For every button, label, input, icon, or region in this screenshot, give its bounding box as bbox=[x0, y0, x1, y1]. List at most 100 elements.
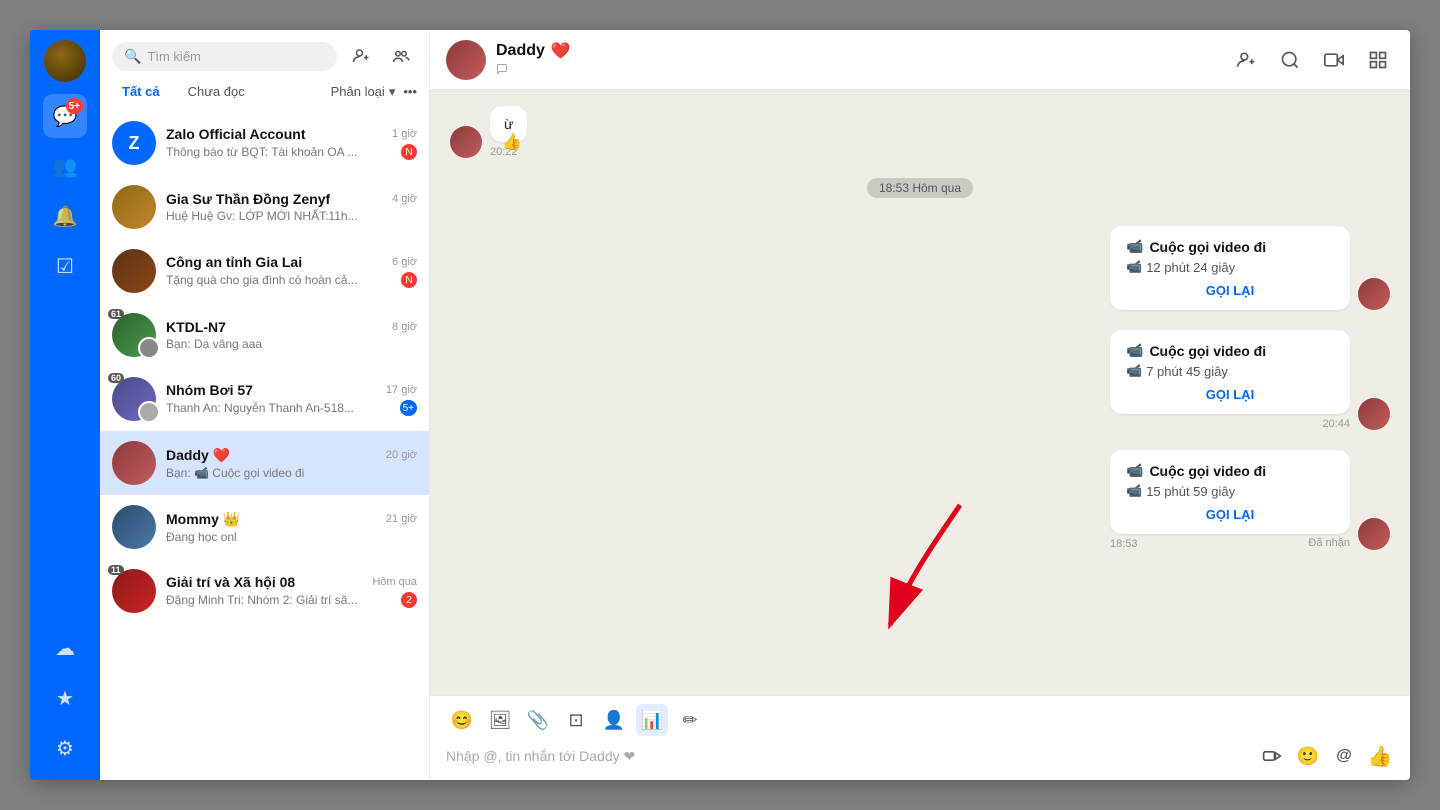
add-friend-icon[interactable] bbox=[345, 40, 377, 72]
conv-info-giaitri: Giải trí và Xã hội 08 Hôm qua Đặng Minh … bbox=[166, 574, 417, 608]
conv-preview: Bạn: 📹 Cuộc gọi video đi bbox=[166, 466, 417, 480]
conv-avatar-sub-nhom bbox=[138, 401, 160, 423]
nav-contacts-icon[interactable]: 👥 bbox=[43, 144, 87, 188]
info-panel-btn[interactable] bbox=[1362, 44, 1394, 76]
conv-name: Zalo Official Account bbox=[166, 126, 306, 142]
chat-messages[interactable]: ừ 👍 20:22 18:53 Hôm qua 📹 Cuộc gọi bbox=[430, 90, 1410, 695]
conv-info-daddy: Daddy ❤️ 20 giờ Bạn: 📹 Cuộc gọi video đi bbox=[166, 447, 417, 480]
conv-item-gia-su[interactable]: Gia Sư Thần Đồng Zenyf 4 giờ Huệ Huệ Gv:… bbox=[100, 175, 429, 239]
chat-header-info: Daddy ❤️ bbox=[496, 41, 571, 78]
search-chat-btn[interactable] bbox=[1274, 44, 1306, 76]
chat-header-left: Daddy ❤️ bbox=[446, 40, 571, 80]
nav-settings-icon[interactable]: ⚙ bbox=[43, 726, 87, 770]
input-actions: 🙂 @ 👍 bbox=[1258, 742, 1394, 770]
search-icon: 🔍 bbox=[124, 48, 141, 65]
nav-notifications-icon[interactable]: 🔔 bbox=[43, 194, 87, 238]
msg-reaction: 👍 bbox=[502, 132, 522, 152]
msg-my-avatar bbox=[1358, 278, 1390, 310]
screenshot-btn[interactable]: ⊡ bbox=[560, 704, 592, 736]
unread-badge: 5+ bbox=[400, 400, 417, 416]
search-input[interactable] bbox=[147, 49, 325, 64]
user-avatar[interactable] bbox=[44, 40, 86, 82]
filter-unread[interactable]: Chưa đọc bbox=[178, 80, 255, 103]
toolbar-btn-active[interactable]: 📊 bbox=[636, 704, 668, 736]
conv-item-cong-an[interactable]: Công an tỉnh Gia Lai 6 giờ Tặng quà cho … bbox=[100, 239, 429, 303]
chart-icon: 📊 bbox=[641, 710, 663, 731]
msg-sender-avatar bbox=[450, 126, 482, 158]
call-duration: 📹 12 phút 24 giây bbox=[1126, 259, 1334, 275]
unread-badge: N bbox=[401, 144, 417, 160]
conv-name: KTDL-N7 bbox=[166, 319, 226, 335]
conv-avatar-nhom: 60 bbox=[112, 377, 156, 421]
filter-all[interactable]: Tất cả bbox=[112, 80, 170, 103]
nav-cloud-icon[interactable]: ☁ bbox=[43, 626, 87, 670]
conv-name: Nhóm Bơi 57 bbox=[166, 382, 253, 398]
conv-avatar-ktdl: 61 bbox=[112, 313, 156, 357]
member-count: 61 bbox=[108, 309, 124, 319]
conv-time: 4 giờ bbox=[392, 193, 417, 205]
filter-classify[interactable]: Phân loại ▾ ••• bbox=[331, 84, 417, 100]
contact-btn[interactable]: 👤 bbox=[598, 704, 630, 736]
conv-preview: Đang học onl bbox=[166, 530, 417, 544]
conv-avatar-gia-su bbox=[112, 185, 156, 229]
conv-avatar-sub-ktdl bbox=[138, 337, 160, 359]
call-bubble: 📹 Cuộc gọi video đi 📹 12 phút 24 giây GỌ… bbox=[1110, 226, 1350, 310]
chat-input[interactable] bbox=[446, 748, 1250, 764]
mention-btn[interactable]: @ bbox=[1330, 742, 1358, 770]
conv-info-gia-su: Gia Sư Thần Đồng Zenyf 4 giờ Huệ Huệ Gv:… bbox=[166, 191, 417, 223]
nav-chat-icon[interactable]: 💬 5+ bbox=[43, 94, 87, 138]
conv-info-nhom: Nhóm Bơi 57 17 giờ Thanh An: Nguyễn Than… bbox=[166, 382, 417, 416]
conv-item-nhom-boi[interactable]: 60 Nhóm Bơi 57 17 giờ Thanh An: Nguyễn T… bbox=[100, 367, 429, 431]
attach-icon: 📎 bbox=[527, 710, 549, 731]
conv-avatar-daddy bbox=[112, 441, 156, 485]
message-item-call3: 📹 Cuộc gọi video đi 📹 15 phút 59 giây GỌ… bbox=[450, 450, 1390, 550]
unread-badge: N bbox=[401, 272, 417, 288]
msg-time: 18:53 bbox=[1110, 538, 1138, 550]
search-input-wrap[interactable]: 🔍 bbox=[112, 42, 337, 71]
timestamp-text: 18:53 Hôm qua bbox=[867, 178, 973, 198]
conv-item-mommy[interactable]: Mommy 👑 21 giờ Đang học onl bbox=[100, 495, 429, 559]
sticker-btn[interactable]: 😊 bbox=[446, 704, 478, 736]
sticker-icon: 😊 bbox=[451, 710, 473, 731]
member-count: 60 bbox=[108, 373, 124, 383]
member-count: 11 bbox=[108, 565, 124, 575]
conv-preview: Bạn: Dạ vâng aaa bbox=[166, 337, 417, 351]
conv-item-zalo-official[interactable]: Z Zalo Official Account 1 giờ Thông báo … bbox=[100, 111, 429, 175]
tag-btn[interactable] bbox=[1258, 742, 1286, 770]
message-item-call2: 📹 Cuộc gọi video đi 📹 7 phút 45 giây GỌI… bbox=[450, 330, 1390, 430]
call-back-btn[interactable]: GỌI LẠI bbox=[1126, 507, 1334, 522]
conv-avatar-giaitri: 11 bbox=[112, 569, 156, 613]
msg-my-avatar bbox=[1358, 398, 1390, 430]
call-back-btn[interactable]: GỌI LẠI bbox=[1126, 283, 1334, 298]
msg-time: 20:44 bbox=[1110, 418, 1350, 430]
nav-favorites-icon[interactable]: ★ bbox=[43, 676, 87, 720]
contact-icon: 👤 bbox=[603, 710, 625, 731]
emoji-btn[interactable]: 🙂 bbox=[1294, 742, 1322, 770]
nav-tasks-icon[interactable]: ☑ bbox=[43, 244, 87, 288]
chat-header-sub bbox=[496, 63, 571, 78]
thumbsup-btn[interactable]: 👍 bbox=[1366, 742, 1394, 770]
msg-my-avatar bbox=[1358, 518, 1390, 550]
create-group-icon[interactable] bbox=[385, 40, 417, 72]
conv-preview: Thanh An: Nguyễn Thanh An-518... 5+ bbox=[166, 400, 417, 416]
conv-item-giaitri[interactable]: 11 Giải trí và Xã hội 08 Hôm qua Đặng Mi… bbox=[100, 559, 429, 623]
call-back-btn[interactable]: GỌI LẠI bbox=[1126, 387, 1334, 402]
conv-item-ktdl[interactable]: 61 KTDL-N7 8 giờ Bạn: Dạ vâng aaa bbox=[100, 303, 429, 367]
message-item-call1: 📹 Cuộc gọi video đi 📹 12 phút 24 giây GỌ… bbox=[450, 226, 1390, 310]
conv-item-daddy[interactable]: Daddy ❤️ 20 giờ Bạn: 📹 Cuộc gọi video đi bbox=[100, 431, 429, 495]
call-title: 📹 Cuộc gọi video đi bbox=[1126, 462, 1334, 479]
conv-avatar-zalo: Z bbox=[112, 121, 156, 165]
input-toolbar: 😊 🖼 📎 ⊡ 👤 📊 ✏ bbox=[446, 704, 1394, 736]
conv-info-mommy: Mommy 👑 21 giờ Đang học onl bbox=[166, 511, 417, 544]
add-member-btn[interactable] bbox=[1230, 44, 1262, 76]
msg-status: Đã nhận bbox=[1308, 537, 1350, 549]
image-btn[interactable]: 🖼 bbox=[484, 704, 516, 736]
conv-info-ktdl: KTDL-N7 8 giờ Bạn: Dạ vâng aaa bbox=[166, 319, 417, 351]
search-bar: 🔍 bbox=[100, 30, 429, 80]
draw-btn[interactable]: ✏ bbox=[674, 704, 706, 736]
call-duration: 📹 7 phút 45 giây bbox=[1126, 363, 1334, 379]
call-title: 📹 Cuộc gọi video đi bbox=[1126, 342, 1334, 359]
video-call-btn[interactable] bbox=[1318, 44, 1350, 76]
conv-name: Daddy ❤️ bbox=[166, 447, 230, 464]
attach-btn[interactable]: 📎 bbox=[522, 704, 554, 736]
